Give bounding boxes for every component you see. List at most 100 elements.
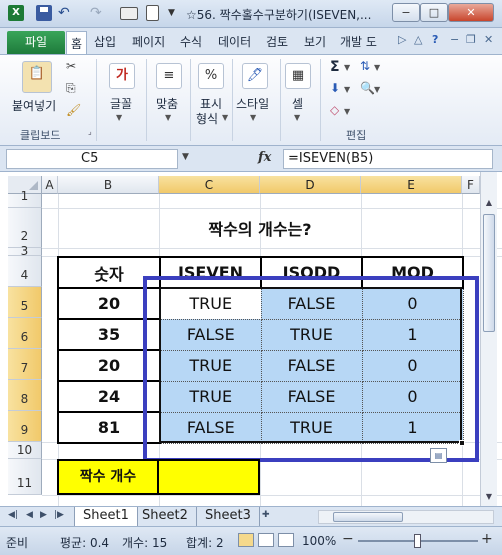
- find-select-icon[interactable]: 🔍: [360, 81, 375, 95]
- page-layout-view-button[interactable]: [258, 533, 274, 547]
- mod-cell[interactable]: 0: [361, 380, 464, 413]
- name-box-dropdown-icon[interactable]: ▼: [182, 152, 189, 162]
- header-isodd[interactable]: ISODD: [260, 256, 363, 289]
- alignment-dropdown-icon[interactable]: ▼: [165, 113, 171, 122]
- name-box[interactable]: C5: [6, 149, 178, 169]
- number-format-label-2[interactable]: 형식: [196, 110, 218, 127]
- maximize-button[interactable]: □: [420, 3, 448, 22]
- paste-icon[interactable]: 📋: [22, 61, 52, 93]
- save-icon[interactable]: [36, 5, 52, 21]
- sheet-tab-sheet2[interactable]: Sheet2: [134, 507, 197, 526]
- column-header-b[interactable]: B: [58, 176, 159, 194]
- styles-button[interactable]: 스타일: [236, 95, 269, 112]
- scroll-down-icon[interactable]: ▼: [482, 490, 496, 504]
- clear-icon[interactable]: ◇: [330, 103, 339, 117]
- camera-icon[interactable]: [120, 7, 138, 20]
- undo-icon[interactable]: ↶: [58, 5, 74, 21]
- format-painter-icon[interactable]: 🖌: [66, 103, 81, 117]
- find-dropdown-icon[interactable]: ▼: [374, 85, 380, 94]
- isodd-cell[interactable]: FALSE: [260, 380, 363, 413]
- column-header-a[interactable]: A: [42, 176, 58, 194]
- first-sheet-icon[interactable]: ◀|: [8, 510, 18, 520]
- number-cell[interactable]: 24: [57, 380, 161, 413]
- row-header-10[interactable]: 10: [8, 442, 42, 459]
- number-cell[interactable]: 20: [57, 349, 161, 382]
- number-cell[interactable]: 20: [57, 287, 161, 320]
- row-header-4[interactable]: 4: [8, 256, 42, 287]
- tab-file[interactable]: 파일: [7, 31, 65, 54]
- number-cell[interactable]: 35: [57, 318, 161, 351]
- tab-home[interactable]: 홈: [66, 31, 88, 54]
- sort-dropdown-icon[interactable]: ▼: [374, 63, 380, 72]
- last-sheet-icon[interactable]: |▶: [54, 510, 64, 520]
- print-preview-icon[interactable]: [146, 5, 159, 21]
- number-cell[interactable]: 81: [57, 411, 161, 444]
- customize-toolbar-icon[interactable]: ▼: [168, 5, 184, 21]
- zoom-out-icon[interactable]: −: [342, 531, 354, 547]
- zoom-level[interactable]: 100%: [302, 534, 336, 548]
- clear-dropdown-icon[interactable]: ▼: [344, 107, 350, 116]
- normal-view-button[interactable]: [238, 533, 254, 547]
- tab-view[interactable]: 보기: [304, 33, 326, 50]
- minimize-ribbon-icon[interactable]: △: [414, 33, 422, 46]
- page-break-view-button[interactable]: [278, 533, 294, 547]
- row-header-7[interactable]: 7: [8, 349, 42, 380]
- isodd-cell[interactable]: FALSE: [260, 287, 363, 320]
- number-format-dropdown-icon[interactable]: ▼: [222, 113, 228, 122]
- tab-page-layout[interactable]: 페이지: [132, 33, 165, 50]
- minimize-button[interactable]: −: [392, 3, 420, 22]
- column-header-d[interactable]: D: [260, 176, 361, 194]
- tab-data[interactable]: 데이터: [218, 33, 251, 50]
- mod-cell[interactable]: 1: [361, 318, 464, 351]
- even-count-label[interactable]: 짝수 개수: [57, 459, 159, 495]
- vertical-scroll-thumb[interactable]: [483, 214, 495, 332]
- sort-filter-icon[interactable]: ⇅: [360, 59, 370, 73]
- window-restore-icon[interactable]: ❐: [466, 33, 476, 46]
- zoom-in-icon[interactable]: +: [481, 531, 493, 547]
- styles-icon[interactable]: 🖊: [242, 63, 268, 89]
- sheet-tab-sheet3[interactable]: Sheet3: [197, 507, 260, 526]
- iseven-cell[interactable]: TRUE: [159, 287, 262, 320]
- clipboard-launcher-icon[interactable]: ⌟: [88, 127, 92, 136]
- zoom-slider-thumb[interactable]: [414, 534, 421, 548]
- autosum-icon[interactable]: Σ: [330, 59, 340, 75]
- insert-sheet-icon[interactable]: ✚: [262, 510, 270, 520]
- isodd-cell[interactable]: TRUE: [260, 411, 363, 444]
- tab-developer[interactable]: 개발 도: [340, 33, 377, 50]
- header-iseven[interactable]: ISEVEN: [159, 256, 262, 289]
- row-header-6[interactable]: 6: [8, 318, 42, 349]
- fill-dropdown-icon[interactable]: ▼: [344, 85, 350, 94]
- excel-app-icon[interactable]: X: [8, 5, 24, 21]
- tab-scroll-icon[interactable]: ▷: [398, 33, 406, 46]
- column-header-f[interactable]: F: [462, 176, 480, 194]
- autosum-dropdown-icon[interactable]: ▼: [344, 63, 350, 72]
- header-number[interactable]: 숫자: [57, 256, 161, 289]
- sheet-tab-sheet1[interactable]: Sheet1: [74, 507, 138, 526]
- alignment-button[interactable]: 맞춤: [156, 95, 178, 112]
- window-close-icon[interactable]: ✕: [484, 33, 493, 46]
- next-sheet-icon[interactable]: ▶: [40, 510, 47, 520]
- row-header-8[interactable]: 8: [8, 380, 42, 411]
- mod-cell[interactable]: 0: [361, 349, 464, 382]
- prev-sheet-icon[interactable]: ◀: [26, 510, 33, 520]
- tab-review[interactable]: 검토: [266, 33, 288, 50]
- help-icon[interactable]: ?: [432, 33, 438, 46]
- row-header-1[interactable]: 1: [8, 189, 42, 208]
- cut-icon[interactable]: ✂: [66, 59, 76, 73]
- horizontal-scrollbar[interactable]: [318, 510, 494, 524]
- cells-icon[interactable]: ▦: [285, 63, 311, 89]
- cells-button[interactable]: 셀: [292, 95, 303, 112]
- font-dropdown-icon[interactable]: ▼: [116, 113, 122, 122]
- scroll-up-icon[interactable]: ▲: [482, 196, 496, 210]
- header-mod[interactable]: MOD: [361, 256, 464, 289]
- insert-function-icon[interactable]: fx: [258, 150, 271, 165]
- font-button[interactable]: 글꼴: [110, 95, 132, 112]
- window-minimize-icon[interactable]: −: [450, 33, 459, 46]
- iseven-cell[interactable]: TRUE: [159, 349, 262, 382]
- tab-formulas[interactable]: 수식: [180, 33, 202, 50]
- worksheet-grid[interactable]: A B C D E F 1 2 3 4 5 6 7 8 9 10 11 짝수의 …: [0, 172, 502, 506]
- horizontal-scroll-thumb[interactable]: [333, 512, 403, 522]
- even-count-value[interactable]: [157, 459, 260, 495]
- row-header-2[interactable]: 2: [8, 208, 42, 248]
- iseven-cell[interactable]: FALSE: [159, 411, 262, 444]
